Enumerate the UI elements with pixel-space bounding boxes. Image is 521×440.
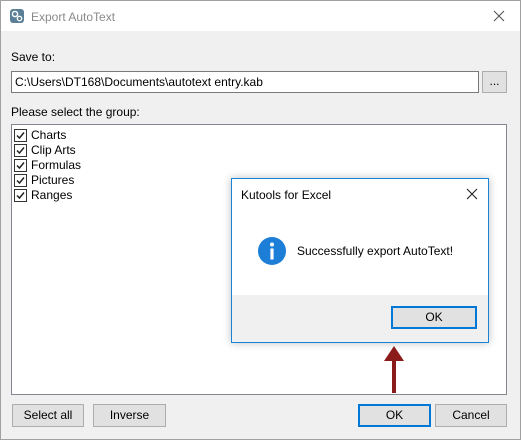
- save-path-input[interactable]: [11, 71, 479, 93]
- checkbox-checked[interactable]: [14, 129, 27, 142]
- message-box-title: Kutools for Excel: [241, 188, 332, 202]
- cancel-button[interactable]: Cancel: [435, 404, 507, 427]
- message-box-body: Kutools for Excel Successfully export Au…: [232, 179, 488, 295]
- group-item-label: Ranges: [31, 188, 73, 202]
- group-item-label: Formulas: [31, 158, 82, 172]
- ok-button[interactable]: OK: [358, 404, 431, 427]
- info-icon: [257, 236, 287, 266]
- title-bar: Export AutoText: [1, 1, 520, 31]
- close-icon[interactable]: [493, 10, 505, 22]
- select-all-button[interactable]: Select all: [12, 404, 84, 427]
- group-label: Please select the group:: [11, 105, 140, 119]
- group-item-label: Pictures: [31, 173, 75, 187]
- close-icon[interactable]: [466, 188, 478, 200]
- arrow-up-icon: [383, 346, 405, 394]
- kutools-gear-icon: [10, 9, 24, 23]
- browse-button[interactable]: ...: [482, 71, 507, 93]
- checkbox-checked[interactable]: [14, 174, 27, 187]
- group-item-label: Charts: [31, 128, 67, 142]
- group-item-label: Clip Arts: [31, 143, 76, 157]
- checkbox-checked[interactable]: [14, 144, 27, 157]
- save-to-label: Save to:: [11, 50, 56, 64]
- window-title: Export AutoText: [31, 10, 116, 24]
- checkbox-checked[interactable]: [14, 159, 27, 172]
- message-ok-button[interactable]: OK: [391, 306, 477, 329]
- message-text: Successfully export AutoText!: [297, 244, 454, 258]
- checkbox-checked[interactable]: [14, 189, 27, 202]
- success-message-box: Kutools for Excel Successfully export Au…: [231, 178, 489, 343]
- inverse-button[interactable]: Inverse: [93, 404, 166, 427]
